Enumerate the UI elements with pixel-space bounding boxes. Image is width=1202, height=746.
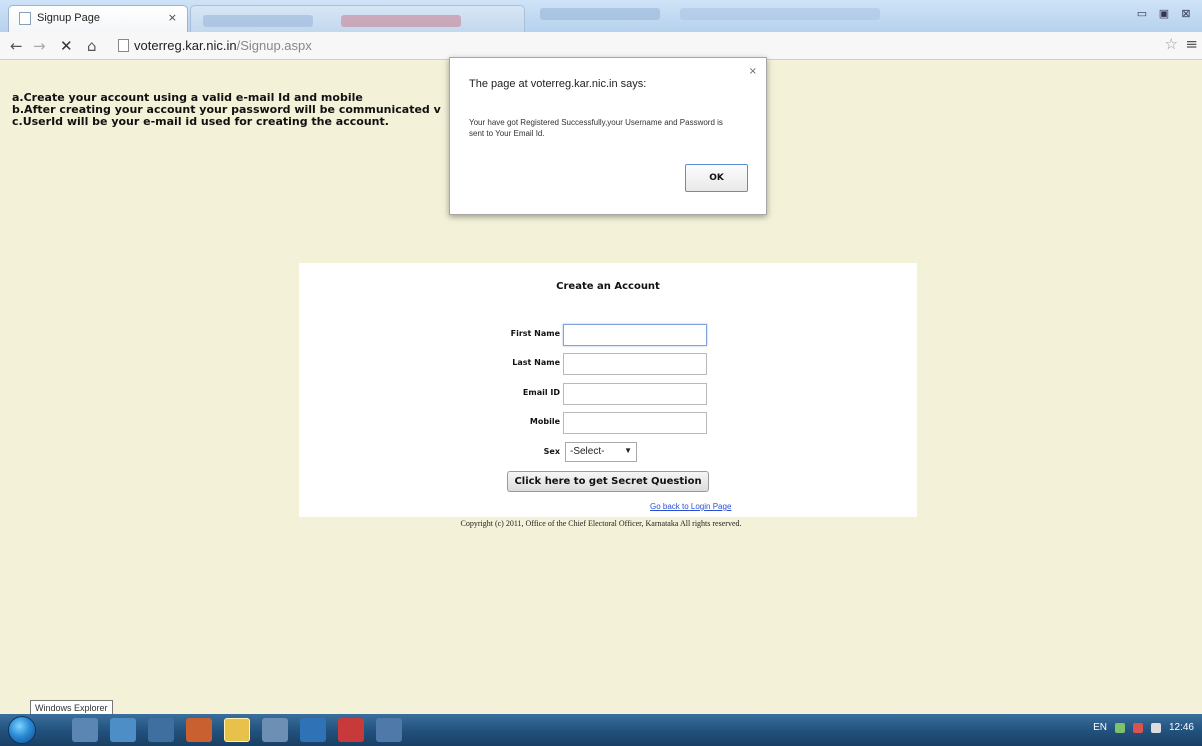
- email-input[interactable]: [563, 383, 707, 405]
- tab-signup-page[interactable]: Signup Page ×: [8, 5, 188, 32]
- get-secret-question-button[interactable]: Click here to get Secret Question: [507, 471, 709, 492]
- windows-taskbar: EN 12:46: [0, 714, 1202, 746]
- stop-loading-icon[interactable]: ✕: [60, 36, 73, 56]
- dialog-title: The page at voterreg.kar.nic.in says:: [469, 78, 647, 90]
- language-indicator[interactable]: EN: [1093, 722, 1107, 733]
- sex-selected-value: -Select-: [570, 446, 605, 457]
- email-label: Email ID: [522, 388, 560, 397]
- last-name-row: Last Name: [299, 353, 917, 375]
- maximize-button[interactable]: ▣: [1154, 5, 1174, 23]
- clock[interactable]: 12:46: [1169, 722, 1194, 733]
- form-title: Create an Account: [556, 281, 660, 292]
- back-to-login-link[interactable]: Go back to Login Page: [650, 502, 731, 511]
- tab-close-icon[interactable]: ×: [168, 11, 177, 24]
- url-text: voterreg.kar.nic.in/Signup.aspx: [134, 38, 312, 53]
- dropdown-arrow-icon: ▼: [624, 446, 632, 455]
- media-taskbar-icon[interactable]: [148, 718, 174, 742]
- blurred-tab-strip: [680, 8, 880, 20]
- network-icon[interactable]: [1114, 722, 1125, 733]
- chrome-taskbar-icon[interactable]: [224, 718, 250, 742]
- signup-form-panel: Create an Account First Name Last Name E…: [299, 263, 917, 517]
- bookmark-star-icon[interactable]: ☆: [1165, 35, 1178, 53]
- menu-icon[interactable]: ≡: [1185, 35, 1198, 53]
- dialog-message: Your have got Registered Successfully,yo…: [469, 118, 723, 138]
- instructions: a.Create your account using a valid e-ma…: [12, 92, 441, 128]
- page-icon: [118, 39, 129, 52]
- close-window-button[interactable]: ⊠: [1176, 5, 1196, 23]
- sex-label: Sex: [543, 447, 560, 456]
- notification-icon[interactable]: [1132, 722, 1143, 733]
- sex-select[interactable]: -Select- ▼: [565, 442, 637, 462]
- first-name-input[interactable]: [563, 324, 707, 346]
- browser-toolbar: ← → ✕ ⌂ voterreg.kar.nic.in/Signup.aspx …: [0, 32, 1202, 60]
- last-name-input[interactable]: [563, 353, 707, 375]
- mobile-input[interactable]: [563, 412, 707, 434]
- copyright-text: Copyright (c) 2011, Office of the Chief …: [460, 519, 742, 528]
- minimize-button[interactable]: ▭: [1132, 5, 1152, 23]
- app-taskbar-icon[interactable]: [262, 718, 288, 742]
- mobile-row: Mobile: [299, 412, 917, 434]
- blurred-tab-strip: [540, 8, 660, 20]
- forward-arrow-icon[interactable]: →: [33, 36, 46, 56]
- back-arrow-icon[interactable]: ←: [10, 36, 23, 56]
- explorer-taskbar-icon[interactable]: [72, 718, 98, 742]
- ok-button[interactable]: OK: [685, 164, 748, 192]
- instruction-c: c.UserId will be your e-mail id used for…: [12, 115, 389, 128]
- page-favicon-icon: [19, 12, 31, 25]
- app-taskbar-icon[interactable]: [300, 718, 326, 742]
- app-taskbar-icon[interactable]: [376, 718, 402, 742]
- system-tray: EN 12:46: [1093, 722, 1194, 733]
- home-icon[interactable]: ⌂: [87, 36, 97, 56]
- email-row: Email ID: [299, 383, 917, 405]
- blurred-tab-content: [203, 15, 313, 27]
- last-name-label: Last Name: [512, 358, 560, 367]
- address-bar[interactable]: voterreg.kar.nic.in/Signup.aspx: [116, 35, 1182, 57]
- window-controls: ▭ ▣ ⊠: [1132, 5, 1196, 23]
- blurred-tab-content: [341, 15, 461, 27]
- sex-row: Sex -Select- ▼: [299, 442, 917, 464]
- app-taskbar-icon[interactable]: [186, 718, 212, 742]
- tab-title: Signup Page: [37, 12, 100, 24]
- dialog-close-icon[interactable]: ×: [749, 66, 757, 77]
- alert-dialog: The page at voterreg.kar.nic.in says: × …: [449, 57, 767, 215]
- first-name-row: First Name: [299, 324, 917, 346]
- first-name-label: First Name: [510, 329, 560, 338]
- app-taskbar-icon[interactable]: [338, 718, 364, 742]
- ie-taskbar-icon[interactable]: [110, 718, 136, 742]
- volume-icon[interactable]: [1150, 722, 1161, 733]
- tab-background[interactable]: [190, 5, 525, 32]
- mobile-label: Mobile: [529, 417, 560, 426]
- browser-tab-bar: Signup Page × ▭ ▣ ⊠: [0, 0, 1202, 32]
- start-button[interactable]: [8, 716, 36, 744]
